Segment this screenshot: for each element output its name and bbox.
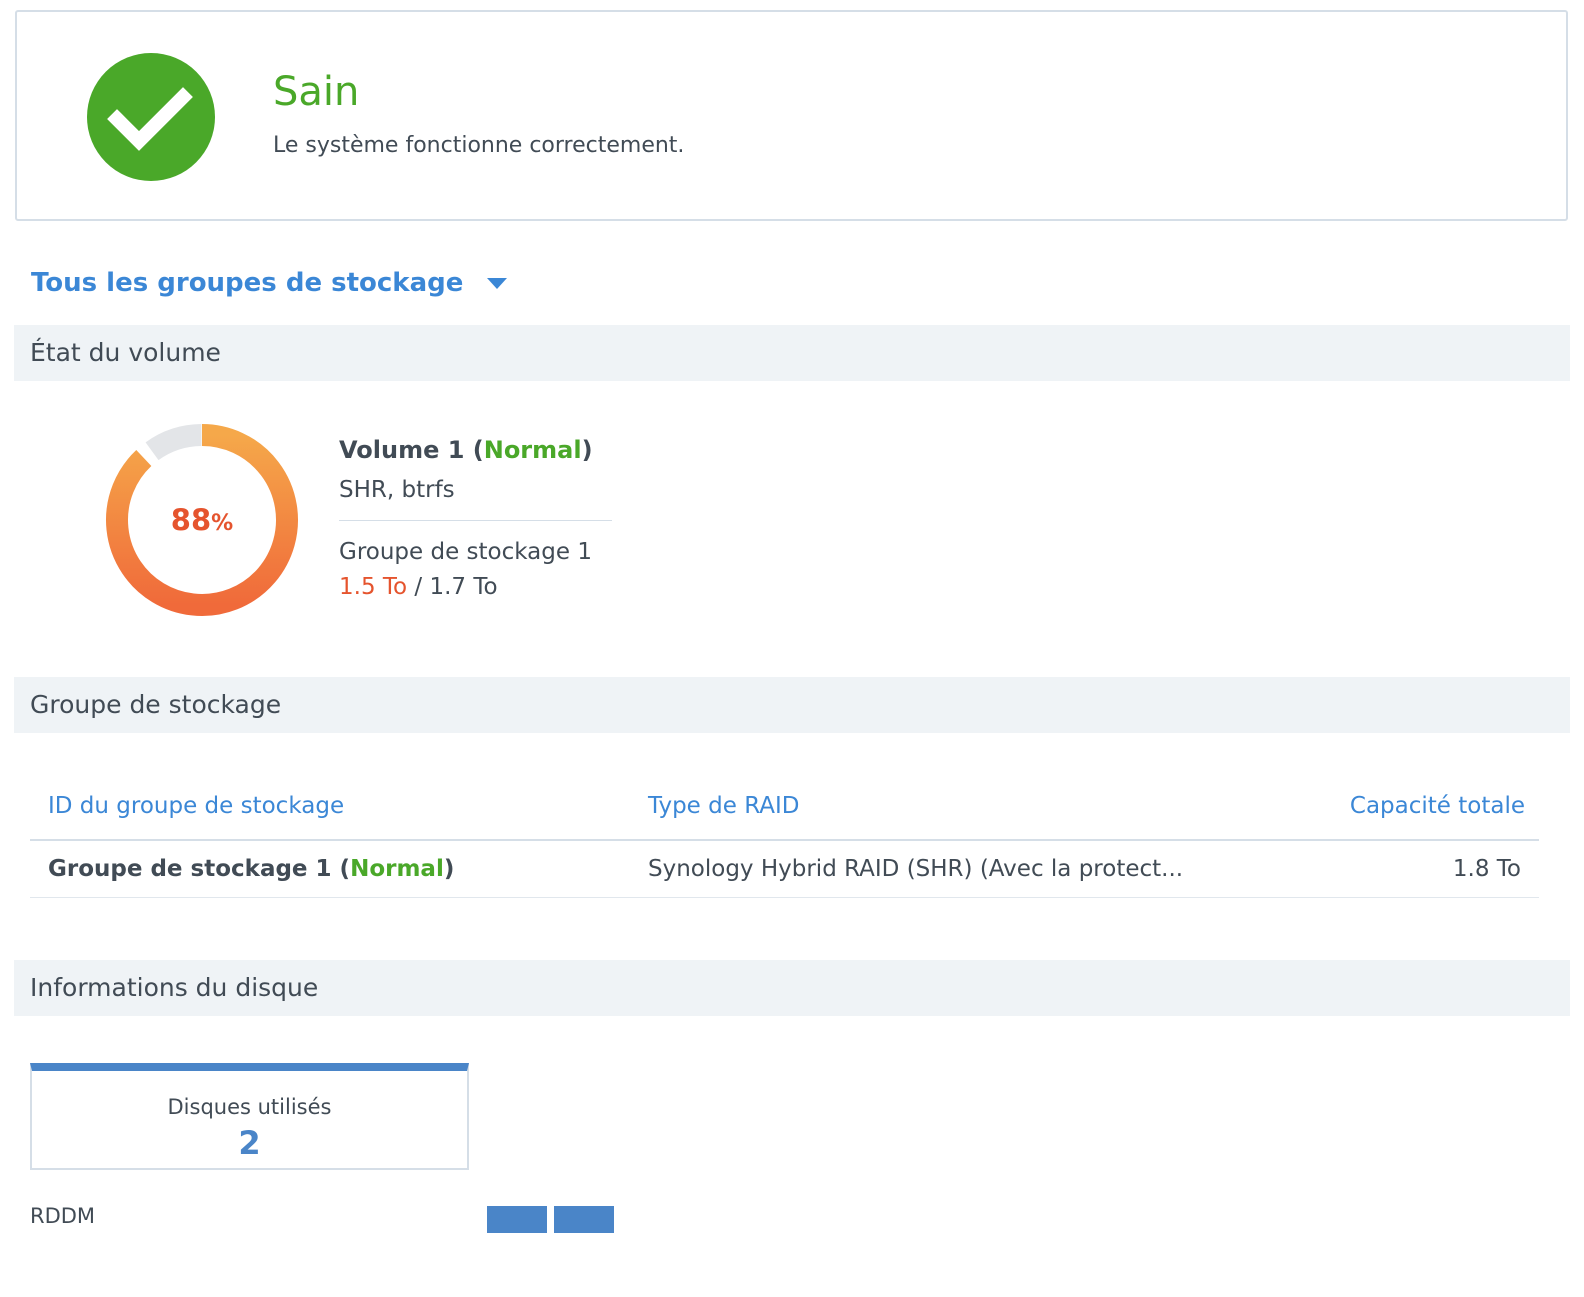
storage-group-selector[interactable]: Tous les groupes de stockage: [31, 265, 508, 301]
pool-id-cell: Groupe de stockage 1 (Normal): [48, 856, 455, 882]
volume-type: SHR, btrfs: [339, 477, 455, 503]
donut-free-segment: [145, 424, 202, 461]
pool-name: Groupe de stockage 1: [48, 856, 332, 882]
usage-percent-value: 88: [170, 503, 212, 537]
storage-pool-header: Groupe de stockage: [14, 677, 1570, 733]
volume-name-label: Volume 1: [339, 436, 465, 464]
total-capacity-cell: 1.8 To: [1452, 856, 1521, 882]
column-header-total-capacity[interactable]: Capacité totale: [1350, 790, 1525, 822]
volume-used: 1.5 To: [339, 574, 408, 600]
volume-status: Normal: [483, 436, 582, 464]
volume-capacity: 1.5 To / 1.7 To: [339, 571, 498, 603]
used-disks-count: 2: [238, 1124, 261, 1162]
capacity-separator: /: [414, 574, 423, 600]
health-status-description: Le système fonctionne correctement.: [273, 133, 685, 158]
volume-status-header: État du volume: [14, 325, 1570, 381]
column-header-pool-id[interactable]: ID du groupe de stockage: [48, 790, 344, 822]
usage-percent-sign: %: [211, 511, 234, 536]
disk-info-header: Informations du disque: [14, 960, 1570, 1016]
used-disks-label: Disques utilisés: [167, 1095, 332, 1119]
storage-group-selector-label: Tous les groupes de stockage: [31, 268, 464, 298]
volume-pool-name: Groupe de stockage 1: [339, 539, 592, 565]
health-status-title: Sain: [273, 69, 360, 115]
volume-total: 1.7 To: [429, 574, 498, 600]
volume-name[interactable]: Volume 1 (Normal): [339, 434, 593, 466]
pool-status: Normal: [350, 856, 444, 882]
table-row[interactable]: Groupe de stockage 1 (Normal) Synology H…: [30, 841, 1539, 898]
volume-usage-percent: 88%: [104, 500, 300, 544]
raid-type-cell: Synology Hybrid RAID (SHR) (Avec la prot…: [648, 856, 1184, 882]
health-status-card: Sain Le système fonctionne correctement.: [15, 10, 1568, 221]
used-disks-card: Disques utilisés 2: [30, 1063, 469, 1170]
caret-down-icon[interactable]: [487, 277, 508, 289]
check-circle-icon: [87, 53, 215, 181]
disk-slot-1[interactable]: [487, 1206, 547, 1233]
column-header-raid-type[interactable]: Type de RAID: [648, 790, 799, 822]
disk-model: RDDM: [30, 1204, 96, 1228]
divider: [339, 520, 612, 521]
disk-slot-2[interactable]: [554, 1206, 614, 1233]
